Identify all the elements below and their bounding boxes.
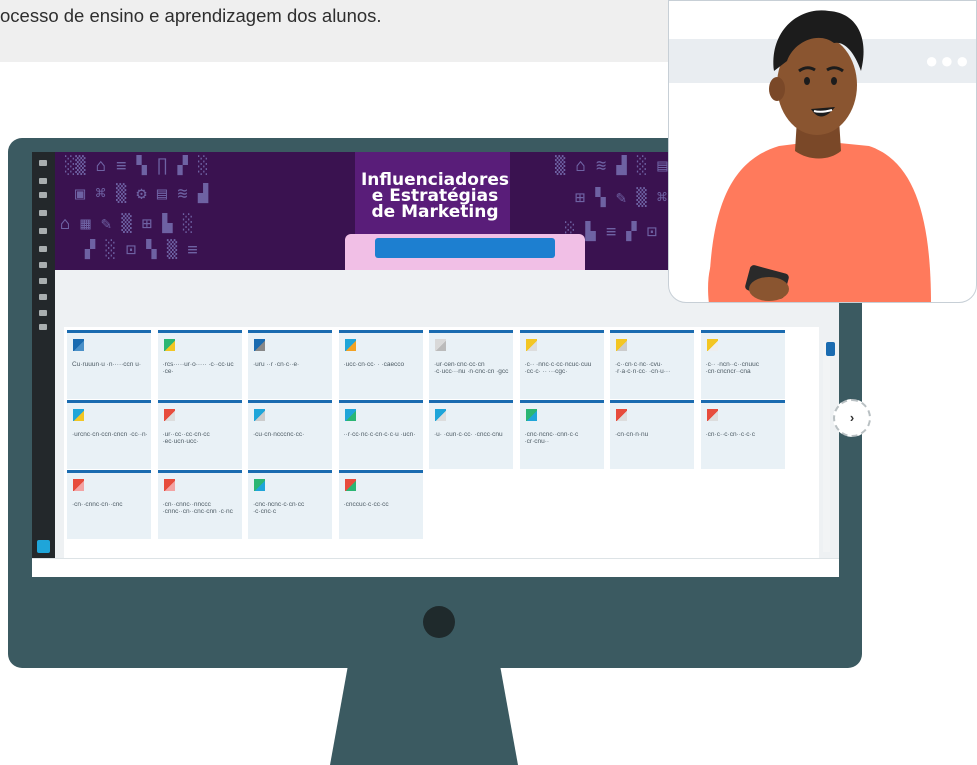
module-tile[interactable]: ·ur··cc··cc·cn·cc ·ec·ucn·ucc· — [157, 400, 242, 469]
module-icon — [163, 339, 175, 351]
module-tile-label: ·cn·c··c·cn··c·c·c — [705, 431, 755, 438]
module-tile-label: ·cnc·ncnc··cnn·c·c ·cr·cnu·· — [524, 431, 579, 445]
speech-bubble-text: ocesso de ensino e aprendizagem dos alun… — [0, 5, 382, 26]
rail-inbox-icon[interactable] — [39, 278, 47, 284]
lms-sidebar — [32, 152, 55, 558]
rail-groups-icon[interactable] — [39, 246, 47, 252]
module-tile[interactable]: ·ur·cen·cnc·cc·cn ·c·ucc···nu ·n·cnc·cn … — [429, 330, 513, 399]
banner-pattern: ⌂ ▦ ✎ ▒ ⊞ ▙ ░ — [60, 214, 194, 234]
module-tile[interactable]: ·cnc·ncnc·c·cn·cc ·c·cnc·c — [248, 470, 332, 539]
rail-account-icon[interactable] — [39, 178, 47, 184]
module-tile-label: ·cn··cnnc·cn··cnc — [72, 501, 123, 508]
module-tile[interactable]: ·c·· ·ncn··c··cnuuc ·cn·cncncr··cna — [700, 330, 785, 399]
module-tile-label: ·cn··cnnc··nnccc ·cnnc··cn··cnc·cnn ·c·n… — [162, 501, 233, 515]
module-tile[interactable]: ·cn·cn·n·nu — [610, 400, 694, 469]
presenter-video-window: ●●● — [668, 0, 977, 303]
module-icon — [344, 339, 356, 351]
module-tile-label: ·c··cn·c·nc··cvu· ·r·a·c·n·cc· ·cn·u··· — [615, 361, 671, 375]
banner-pattern: ▞ ░ ⊡ ▚ ▒ ≡ — [85, 240, 198, 260]
rail-dashboard-icon[interactable] — [39, 210, 47, 216]
monitor-camera-icon — [423, 606, 455, 638]
module-tile[interactable]: ·cn··cnnc·cn··cnc — [67, 470, 151, 539]
banner-pattern: ▒ ⌂ ≋ ▟ ░ ▤ — [555, 156, 668, 176]
module-tile[interactable]: ·u· ·cun·c·cc· ·cncc·cnu — [429, 400, 513, 469]
module-tile[interactable]: ··r·cc·nc·c·cn·c·c·u ·ucn· — [338, 400, 423, 469]
banner-pattern: ▣ ⌘ ▒ ⚙ ▤ ≋ ▟ — [75, 184, 209, 204]
rail-courses-icon[interactable] — [39, 228, 47, 234]
module-tile[interactable]: ·urcnc·cn·ccn·cncn ·cc··n· — [67, 400, 151, 469]
module-tile[interactable]: ·cu·cn·ncccnc·cc· — [248, 400, 332, 469]
module-tile-label: ·ur·cen·cnc·cc·cn ·c·ucc···nu ·n·cnc·cn … — [434, 361, 509, 375]
module-icon — [435, 409, 446, 421]
module-icon — [616, 409, 627, 421]
rail-commons-icon[interactable] — [39, 310, 47, 316]
module-icon — [525, 339, 537, 351]
course-content: Cu·ruuun·u ·n·····ccn u· ·rcs·····ur·o···… — [55, 270, 839, 558]
module-icon — [163, 479, 175, 491]
module-tile-label: ·cnc·ncnc·c·cn·cc ·c·cnc·c — [253, 501, 305, 515]
module-tile-label: ·urcnc·cn·ccn·cncn ·cc··n· — [72, 431, 148, 438]
module-icon — [525, 409, 537, 421]
rail-admin-icon[interactable] — [39, 192, 47, 198]
module-tile[interactable]: ·ucc·cn·cc· · ·caecco — [338, 330, 423, 399]
module-tile[interactable]: Cu·ruuun·u ·n·····ccn u· — [67, 330, 151, 399]
module-icon — [706, 339, 718, 351]
module-icon — [616, 339, 627, 351]
rail-history-icon[interactable] — [39, 294, 47, 300]
module-grid: Cu·ruuun·u ·n·····ccn u· ·rcs·····ur·o···… — [64, 327, 819, 558]
module-tile[interactable]: ·cn·c··c·cn··c·c·c — [700, 400, 785, 469]
presenter-ear — [769, 77, 785, 101]
module-tile-label: ·cnccuc·c·cc·cc — [343, 501, 389, 508]
module-tile-label: ·u· ·cun·c·cc· ·cncc·cnu — [434, 431, 503, 438]
module-tile[interactable]: ·rcs·····ur·o····· ·c··cc·uc ·ce· — [157, 330, 242, 399]
module-icon — [344, 409, 356, 421]
presenter-eye — [804, 77, 810, 85]
module-tile-label: ·c·· ·nnc·c·cc·ncuc·cuu ·cc·c· ·· ···cgc… — [524, 361, 592, 375]
rail-menu-icon[interactable] — [39, 160, 47, 166]
next-button[interactable]: › — [833, 399, 871, 437]
module-icon — [73, 409, 84, 421]
module-tile[interactable]: ·uru ··r ·cn·c··e· — [248, 330, 332, 399]
module-icon — [254, 409, 265, 421]
module-icon — [706, 409, 718, 421]
module-tile-label: ·ucc·cn·cc· · ·caecco — [343, 361, 405, 368]
module-tile[interactable]: ·c·· ·nnc·c·cc·ncuc·cuu ·cc·c· ·· ···cgc… — [519, 330, 604, 399]
banner-pattern: ░▒ ⌂ ≡ ▚ ∏ ▞ ░ — [65, 156, 209, 176]
side-tab-icon[interactable] — [826, 342, 835, 356]
presenter-eye — [831, 77, 837, 85]
module-icon — [435, 339, 446, 351]
module-icon — [254, 339, 265, 351]
module-tile[interactable]: ·c··cn·c·nc··cvu· ·r·a·c·n·cc· ·cn·u··· — [610, 330, 694, 399]
module-tile-label: Cu·ruuun·u ·n·····ccn u· — [72, 361, 141, 368]
module-tile-label: ·uru ··r ·cn·c··e· — [253, 361, 300, 368]
module-tile-label: ·rcs·····ur·o····· ·c··cc·uc ·ce· — [162, 361, 234, 375]
module-tile-label: ·ur··cc··cc·cn·cc ·ec·ucn·ucc· — [162, 431, 210, 445]
rail-help-icon[interactable] — [39, 324, 47, 330]
course-title-line: de Marketing — [371, 202, 499, 222]
banner-device — [375, 238, 555, 258]
presenter-hand — [749, 277, 789, 301]
module-tile-label: ·cn·cn·n·nu — [615, 431, 649, 438]
module-tile[interactable]: ·cn··cnnc··nnccc ·cnnc··cn··cnc·cnn ·c·n… — [157, 470, 242, 539]
presenter-illustration — [708, 10, 931, 302]
module-tile-label: ··r·cc·nc·c·cn·c·c·u ·ucn· — [343, 431, 416, 438]
module-tile[interactable]: ·cnccuc·c·cc·cc — [338, 470, 423, 539]
rail-calendar-icon[interactable] — [39, 262, 47, 268]
module-icon — [73, 339, 84, 351]
module-tile-label: ·cu·cn·ncccnc·cc· — [253, 431, 305, 438]
module-icon — [163, 409, 175, 421]
module-icon — [73, 479, 84, 491]
screen-footer — [32, 558, 839, 577]
rail-collapse-icon[interactable] — [37, 540, 50, 553]
content-scrollbar[interactable] — [823, 342, 830, 552]
course-title: Influenciadores e Estratégias de Marketi… — [355, 172, 515, 222]
module-icon — [344, 479, 356, 491]
module-tile[interactable]: ·cnc·ncnc··cnn·c·c ·cr·cnu·· — [519, 400, 604, 469]
module-icon — [254, 479, 265, 491]
module-tile-label: ·c·· ·ncn··c··cnuuc ·cn·cncncr··cna — [705, 361, 759, 375]
